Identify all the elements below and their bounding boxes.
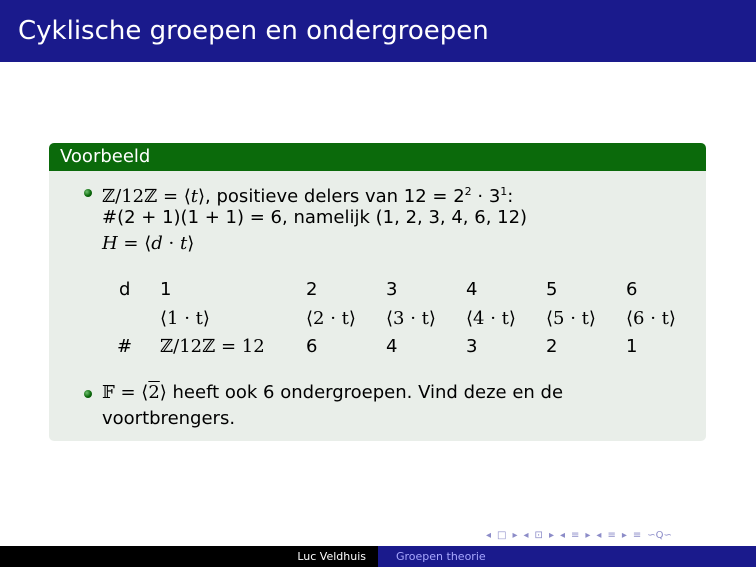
table-count-6: 1	[626, 336, 638, 357]
exercise-text: ⟩ heeft ook 6 ondergroepen. Vind deze en…	[159, 382, 564, 403]
example-block: Voorbeeld ℤ/12ℤ = ⟨t⟩, positieve delers …	[49, 143, 706, 441]
document-icon[interactable]: ≡	[607, 529, 615, 543]
bullet-icon	[84, 189, 92, 197]
bullet1-line1: ℤ/12ℤ = ⟨t⟩, positieve delers van 12 = 2…	[102, 180, 513, 209]
colon: :	[507, 186, 514, 207]
footer-talk-title: Groepen theorie	[378, 546, 756, 567]
table-d-6: 6	[626, 279, 638, 300]
table-count-3: 4	[386, 336, 398, 357]
subsection-prev-icon[interactable]: ◂	[524, 529, 529, 543]
bullet-icon	[84, 390, 92, 398]
table-d-2: 2	[306, 279, 318, 300]
frame-prev-icon[interactable]: ◂	[486, 529, 491, 543]
table-gen-3: ⟨3 · t⟩	[386, 308, 436, 329]
subsection-next-icon[interactable]: ▸	[549, 529, 554, 543]
footer: Luc Veldhuis Groepen theorie	[0, 546, 756, 567]
table-count-2: 6	[306, 336, 318, 357]
footer-author: Luc Veldhuis	[297, 550, 366, 563]
section-prev-icon[interactable]: ◂	[560, 529, 565, 543]
dot: ·	[162, 233, 180, 254]
section-next-icon[interactable]: ▸	[585, 529, 590, 543]
navigation-bar: ◂ □ ▸ ◂ ⊡ ▸ ◂ ≡ ▸ ◂ ≡ ▸ ≡ ∽Q∽	[486, 529, 672, 543]
table-gen-6: ⟨6 · t⟩	[626, 308, 676, 329]
align-icon[interactable]: ≡	[633, 529, 641, 543]
var-d: d	[151, 233, 163, 254]
bullet2-line2: voortbrengers.	[102, 408, 236, 429]
table-gen-4: ⟨4 · t⟩	[466, 308, 516, 329]
table-d-3: 3	[386, 279, 398, 300]
subsection-icon[interactable]: ⊡	[535, 529, 543, 543]
field-f: 𝔽 = ⟨	[102, 382, 149, 403]
bullet1-line3: H = ⟨d · t⟩	[102, 232, 194, 256]
frame-icon[interactable]: □	[497, 529, 506, 543]
bullet1-line2: #(2 + 1)(1 + 1) = 6, namelijk (1, 2, 3, …	[102, 207, 528, 228]
search-icon[interactable]: ∽Q∽	[647, 529, 672, 543]
table-d-5: 5	[546, 279, 558, 300]
row-label-hash: #	[117, 336, 133, 357]
exponent-1: 2	[464, 185, 472, 198]
bullet2-line1: 𝔽 = ⟨2⟩ heeft ook 6 ondergroepen. Vind d…	[102, 381, 563, 405]
table-d-4: 4	[466, 279, 478, 300]
table-gen-1: ⟨1 · t⟩	[160, 308, 210, 329]
row-label-d: d	[119, 279, 131, 300]
table-count-5: 2	[546, 336, 558, 357]
generator-two: 2	[148, 382, 160, 403]
block-title: Voorbeeld	[49, 143, 706, 171]
frame-title: Cyklische groepen en ondergroepen	[18, 16, 489, 46]
subgroup-h: H	[102, 233, 118, 254]
title-bar: Cyklische groepen en ondergroepen	[0, 0, 756, 62]
document-next-icon[interactable]: ▸	[622, 529, 627, 543]
table-count-4: 3	[466, 336, 478, 357]
quotient-group: ℤ/12ℤ = ⟨	[102, 186, 191, 207]
document-prev-icon[interactable]: ◂	[596, 529, 601, 543]
table-gen-2: ⟨2 · t⟩	[306, 308, 356, 329]
divisors-text: ⟩, positieve delers van 12 = 2	[198, 186, 465, 207]
times-three: · 3	[471, 186, 501, 207]
close-bracket: ⟩	[187, 233, 195, 254]
generator-t: t	[190, 186, 199, 207]
table-count-1: ℤ/12ℤ = 12	[160, 336, 265, 357]
section-icon[interactable]: ≡	[571, 529, 579, 543]
table-d-1: 1	[160, 279, 172, 300]
equals-bracket: = ⟨	[117, 233, 152, 254]
frame-next-icon[interactable]: ▸	[512, 529, 517, 543]
table-gen-5: ⟨5 · t⟩	[546, 308, 596, 329]
